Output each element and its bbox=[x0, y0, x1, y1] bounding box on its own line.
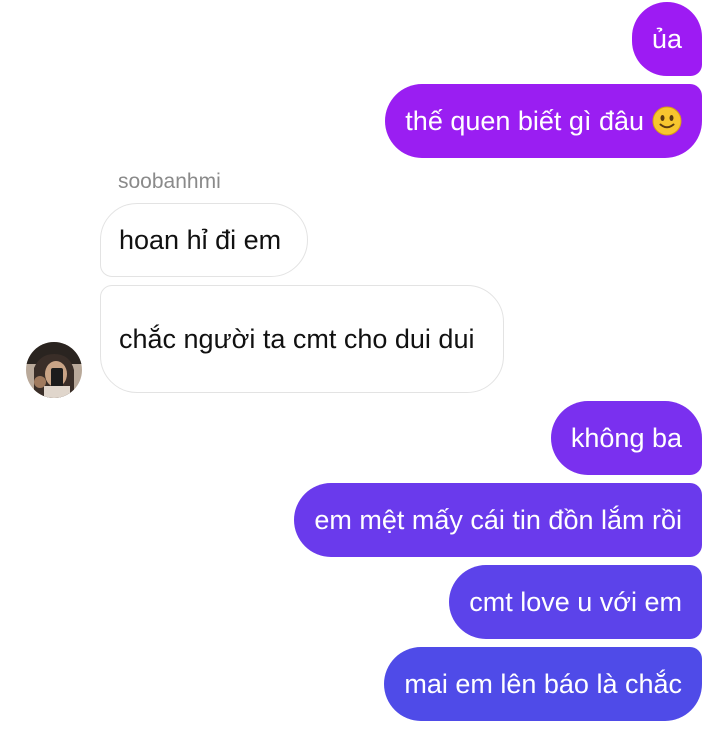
message-bubble-outgoing[interactable]: mai em lên báo là chắc bbox=[384, 647, 702, 721]
message-bubble-outgoing[interactable]: ủa bbox=[631, 2, 702, 76]
message-text: cmt love u với em bbox=[469, 587, 682, 617]
message-text: mai em lên báo là chắc bbox=[404, 669, 682, 699]
message-bubble-outgoing[interactable]: thế quen biết gì đâu bbox=[385, 84, 702, 158]
message-bubble-outgoing[interactable]: em mệt mấy cái tin đồn lắm rồi bbox=[294, 483, 702, 557]
message-text: ủa bbox=[651, 24, 682, 54]
message-text: chắc người ta cmt cho dui dui bbox=[119, 323, 475, 354]
sender-name: soobanhmi bbox=[118, 170, 221, 193]
message-bubble-outgoing[interactable]: cmt love u với em bbox=[449, 565, 702, 639]
slightly-smiling-face-emoji-icon bbox=[652, 106, 682, 136]
message-text: hoan hỉ đi em bbox=[119, 225, 282, 255]
message-bubble-outgoing[interactable]: không ba bbox=[550, 401, 702, 475]
message-bubble-incoming[interactable]: chắc người ta cmt cho dui dui bbox=[100, 285, 504, 393]
message-bubble-incoming[interactable]: hoan hỉ đi em bbox=[100, 203, 308, 277]
message-text: em mệt mấy cái tin đồn lắm rồi bbox=[314, 505, 682, 535]
message-text: không ba bbox=[570, 423, 682, 453]
message-text: thế quen biết gì đâu bbox=[405, 106, 644, 136]
avatar-photo bbox=[26, 342, 82, 398]
contact-avatar[interactable] bbox=[26, 342, 82, 398]
